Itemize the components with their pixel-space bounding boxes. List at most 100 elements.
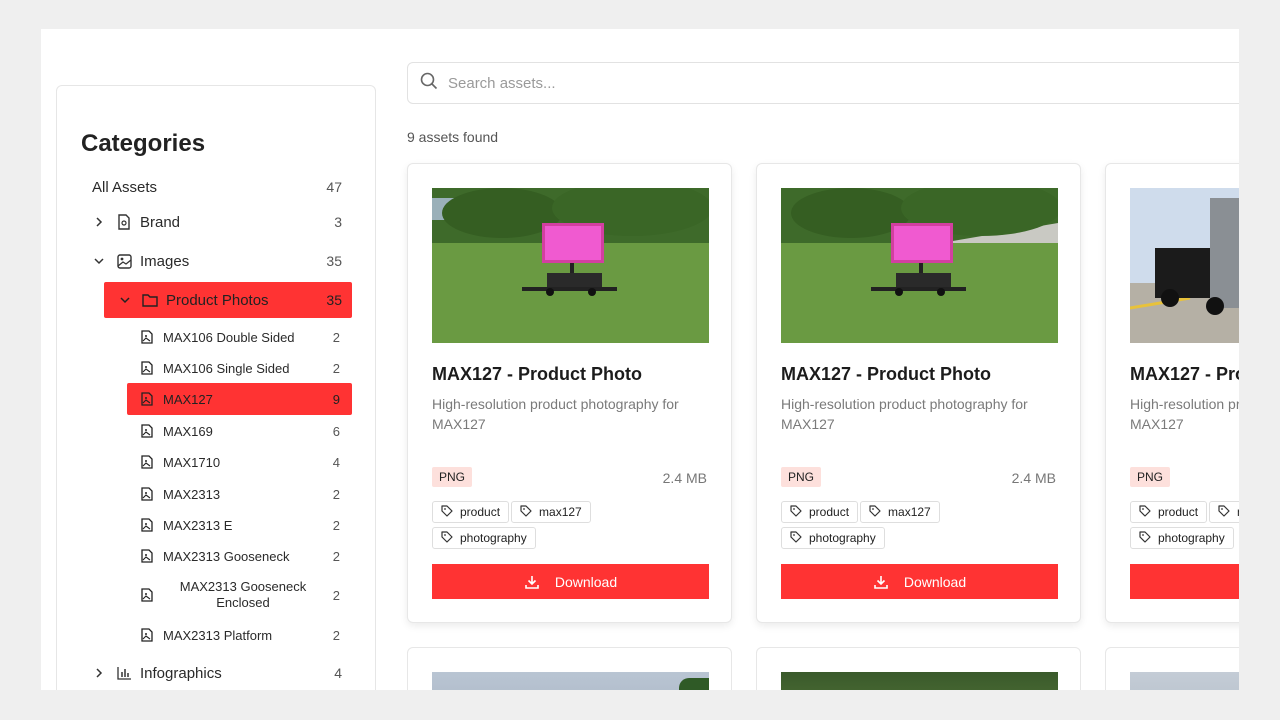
tag-label: product (1158, 505, 1199, 519)
asset-card[interactable] (756, 647, 1081, 690)
sidebar-item-count: 2 (332, 486, 340, 502)
chevron-right-icon[interactable] (92, 667, 106, 679)
sidebar-item-brand[interactable]: Brand 3 (92, 211, 342, 233)
sidebar-item-all-assets[interactable]: All Assets 47 (92, 176, 342, 198)
sidebar-item-max169[interactable]: MAX169 6 (127, 420, 352, 442)
asset-thumbnail (781, 188, 1058, 343)
tag-list: product max127 photography (432, 501, 709, 553)
image-file-icon (139, 360, 155, 376)
tag-label: max127 (1237, 505, 1239, 519)
sidebar-item-max2313-platform[interactable]: MAX2313 Platform 2 (127, 624, 352, 646)
sidebar-item-count: 4 (332, 454, 340, 470)
tag-label: product (460, 505, 501, 519)
image-file-icon (139, 587, 155, 603)
tag-chip[interactable]: photography (781, 527, 885, 549)
tag-chip[interactable]: product (1130, 501, 1208, 523)
image-icon (116, 253, 132, 269)
sidebar-item-label: MAX1710 (163, 454, 221, 470)
tag-chip[interactable]: max127 (1209, 501, 1239, 523)
tag-icon (1139, 504, 1158, 520)
search-icon (420, 72, 438, 95)
tag-list: product max127 photography (1130, 501, 1239, 553)
chevron-down-icon[interactable] (92, 256, 106, 266)
chevron-right-icon[interactable] (92, 216, 106, 228)
sidebar-item-label: MAX2313 E (163, 517, 233, 533)
sidebar-item-count: 2 (332, 329, 340, 345)
tag-chip[interactable]: max127 (860, 501, 940, 523)
chevron-down-icon[interactable] (118, 295, 132, 305)
tag-icon (441, 530, 460, 546)
sidebar-item-label: Product Photos (166, 291, 269, 309)
asset-title: MAX127 - Product Photo (1130, 364, 1239, 384)
sidebar-item-count: 2 (332, 627, 340, 643)
sidebar-item-max127[interactable]: MAX127 9 (127, 383, 352, 415)
sidebar-item-count: 3 (334, 214, 342, 230)
tag-icon (869, 504, 888, 520)
format-badge: PNG (1130, 467, 1171, 487)
tag-icon (520, 504, 539, 520)
tag-icon (790, 530, 809, 546)
download-button[interactable]: Download (781, 564, 1058, 599)
sidebar-item-max106-single-sided[interactable]: MAX106 Single Sided 2 (127, 357, 352, 379)
tag-chip[interactable]: max127 (511, 501, 591, 523)
sidebar-item-label: MAX2313 (163, 486, 221, 502)
sidebar-item-count: 2 (332, 548, 340, 564)
sidebar-item-images[interactable]: Images 35 (92, 250, 342, 272)
asset-title: MAX127 - Product Photo (432, 364, 643, 384)
image-file-icon (139, 486, 155, 502)
asset-description: High-resolution product photography for … (432, 396, 679, 432)
image-file-icon (139, 517, 155, 533)
asset-title: MAX127 - Product Photo (781, 364, 992, 384)
sidebar-item-label: Images (140, 252, 190, 270)
search-input[interactable] (448, 74, 1148, 92)
file-size: 2.4 MB (662, 470, 707, 486)
sidebar-item-max2313-gooseneck[interactable]: MAX2313 Gooseneck 2 (127, 545, 352, 567)
sidebar-item-max2313[interactable]: MAX2313 2 (127, 483, 352, 505)
tag-icon (1139, 530, 1158, 546)
asset-thumbnail (1130, 672, 1239, 690)
tag-chip[interactable]: product (781, 501, 859, 523)
tag-label: photography (809, 531, 876, 545)
file-icon (116, 214, 132, 230)
asset-card[interactable]: MAX127 - Product Photo High-resolution pr… (1105, 163, 1239, 623)
asset-description: High-resolution product photography for … (1130, 396, 1239, 432)
asset-card[interactable] (407, 647, 732, 690)
sidebar-item-count: 2 (332, 517, 340, 533)
image-file-icon (139, 454, 155, 470)
download-button[interactable] (1130, 564, 1239, 599)
sidebar-item-max106-double-sided[interactable]: MAX106 Double Sided 2 (127, 326, 352, 348)
search-bar[interactable] (407, 62, 1239, 104)
tag-label: max127 (888, 505, 931, 519)
asset-card[interactable] (1105, 647, 1239, 690)
image-file-icon (139, 329, 155, 345)
bar-chart-icon (116, 665, 132, 681)
download-button[interactable]: Download (432, 564, 709, 599)
asset-thumbnail (781, 672, 1058, 690)
tag-chip[interactable]: photography (432, 527, 536, 549)
sidebar-item-label: MAX169 (163, 423, 213, 439)
tag-label: product (809, 505, 850, 519)
sidebar-item-count: 35 (326, 292, 342, 308)
format-badge: PNG (781, 467, 822, 487)
results-count: 9 assets found (407, 129, 499, 145)
asset-card[interactable]: MAX127 - Product Photo High-resolution pr… (407, 163, 732, 623)
sidebar-item-product-photos[interactable]: Product Photos 35 (104, 282, 352, 318)
sidebar-item-max1710[interactable]: MAX1710 4 (127, 451, 352, 473)
sidebar-item-count: 6 (332, 423, 340, 439)
sidebar-item-max2313-gooseneck-enclosed[interactable]: MAX2313 Gooseneck Enclosed 2 (127, 577, 352, 613)
sidebar-item-label: MAX106 Single Sided (163, 360, 290, 376)
tag-icon (441, 504, 460, 520)
tag-label: photography (460, 531, 527, 545)
tag-label: photography (1158, 531, 1225, 545)
sidebar-item-infographics[interactable]: Infographics 4 (92, 662, 342, 684)
tag-chip[interactable]: photography (1130, 527, 1234, 549)
file-size: 2.4 MB (1011, 470, 1056, 486)
asset-card[interactable]: MAX127 - Product Photo High-resolution pr… (756, 163, 1081, 623)
tag-icon (1218, 504, 1237, 520)
sidebar-item-max2313-e[interactable]: MAX2313 E 2 (127, 514, 352, 536)
download-icon (873, 574, 904, 590)
sidebar-item-label: MAX127 (163, 391, 213, 407)
sidebar-item-count: 35 (326, 253, 342, 269)
tag-chip[interactable]: product (432, 501, 510, 523)
sidebar-item-count: 9 (332, 391, 340, 407)
